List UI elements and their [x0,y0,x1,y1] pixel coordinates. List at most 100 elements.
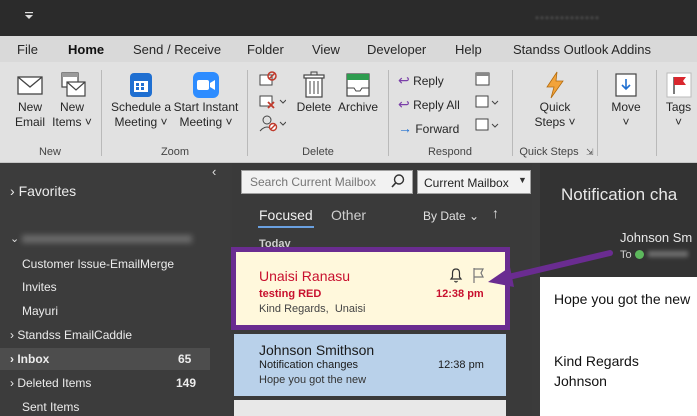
clean-up-icon [259,95,287,109]
group-separator [101,70,102,156]
new-items-icon [61,72,86,97]
group-separator [247,70,248,156]
tab-folder[interactable]: Folder [247,42,284,57]
recipient-blurred [648,251,688,257]
quick-steps-label-1: Quick [539,100,571,114]
delete-label: Delete [296,100,332,114]
reply-label: Reply [413,74,444,88]
unread-count: 65 [178,352,192,366]
ignore-icon [259,71,277,86]
archive-button[interactable]: Archive [335,70,381,115]
new-email-label-1: New [17,100,42,114]
folder-label: Deleted Items [17,376,92,390]
list-item[interactable] [234,400,506,416]
forward-button[interactable]: → Forward [398,120,459,136]
reading-from[interactable]: Johnson Sm [620,230,692,245]
schedule-meeting-button[interactable]: Schedule a Meeting ˅ [110,70,172,130]
chevron-right-icon: › [10,352,14,366]
highlight-box [231,247,510,330]
trash-icon [303,71,325,98]
tab-view[interactable]: View [312,42,340,57]
ignore-button[interactable] [258,70,278,93]
dialog-launcher-icon[interactable]: ⇲ [586,147,594,158]
sort-by-date[interactable]: By Date ⌄ [423,209,479,223]
body-line: Johnson [554,373,607,389]
sort-label: By Date [423,209,466,223]
clean-up-button[interactable] [258,92,287,115]
move-label: Move [611,100,641,114]
group-separator [597,70,598,156]
calendar-icon [130,73,152,97]
group-separator [388,70,389,156]
tab-send-receive[interactable]: Send / Receive [133,42,221,57]
chevron-down-icon: ⌄ [469,209,480,223]
reply-all-label: Reply All [413,98,460,112]
move-icon [615,73,637,97]
account-name-blurred [22,235,192,243]
new-email-button[interactable]: New Email [8,70,52,130]
forward-icon: → [398,120,412,136]
folder-item[interactable]: Customer Issue-EmailMerge [22,257,174,271]
favorites-label: Favorites [18,183,77,199]
group-respond-label: Respond [427,146,473,158]
junk-person-icon [259,115,287,132]
archive-icon [346,73,370,97]
quick-access-dropdown-icon[interactable] [24,9,34,23]
folder-item[interactable]: › Standss EmailCaddie [10,328,132,342]
quick-steps-button[interactable]: Quick Steps ˅ [522,70,588,130]
folder-item-inbox[interactable]: › Inbox [10,352,49,366]
folder-item[interactable]: › Deleted Items [10,376,91,390]
tab-other[interactable]: Other [331,207,366,223]
folder-item[interactable]: Invites [22,280,57,294]
reply-button[interactable]: ↩ Reply [398,72,444,89]
tab-focused[interactable]: Focused [259,207,313,223]
chevron-right-icon: › [10,376,14,390]
folder-item[interactable]: Sent Items [22,400,79,414]
move-dropdown: ˅ [622,115,630,129]
reading-to-label: To [620,249,632,261]
search-icon[interactable] [390,173,406,194]
start-instant-meeting-label-1: Start Instant [173,100,239,114]
search-input[interactable] [241,170,413,194]
chevron-right-icon: › [10,183,15,199]
message-sender: Johnson Smithson [259,342,375,358]
tab-standss-addins[interactable]: Standss Outlook Addins [513,42,651,57]
junk-button[interactable] [258,114,287,137]
archive-label: Archive [337,100,378,114]
reply-all-button[interactable]: ↩ Reply All [398,96,460,113]
tab-developer[interactable]: Developer [367,42,426,57]
im-reply-icon [475,95,499,108]
tags-button[interactable]: Tags ˅ [660,70,697,130]
chevron-down-icon[interactable]: ⌄ [10,232,19,245]
message-time: 12:38 pm [438,359,484,371]
collapse-pane-icon[interactable]: ‹ [212,164,216,179]
tab-home[interactable]: Home [68,42,104,57]
active-tab-indicator [258,226,314,228]
forward-label: Forward [415,122,460,136]
tags-dropdown: ˅ [674,115,682,129]
more-respond-button[interactable] [472,116,500,139]
reading-subject: Notification cha [561,185,678,204]
delete-button[interactable]: Delete [294,70,334,115]
new-email-label-2: Email [14,115,45,129]
more-respond-icon [475,118,499,131]
favorites-header[interactable]: › Favorites [10,183,76,199]
move-button[interactable]: Move ˅ [604,70,648,130]
start-instant-meeting-button[interactable]: Start Instant Meeting ˅ [173,70,239,130]
tab-help[interactable]: Help [455,42,482,57]
folder-item[interactable]: Mayuri [22,304,58,318]
im-reply-button[interactable] [472,93,500,116]
lightning-icon [546,71,564,99]
reply-all-icon: ↩ [398,96,410,112]
search-scope-dropdown[interactable]: Current Mailbox ▼ [417,170,531,194]
group-separator [656,70,657,156]
new-items-button[interactable]: New Items ˅ [50,70,94,130]
tab-file[interactable]: File [17,42,38,57]
flag-icon [666,72,691,98]
sort-direction-arrow-icon[interactable]: ↑ [492,205,499,221]
body-line: Kind Regards [554,353,639,369]
meeting-reply-button[interactable] [472,70,492,93]
search-scope-label: Current Mailbox [424,176,509,190]
folder-label: Standss EmailCaddie [17,328,133,342]
schedule-meeting-label-2: Meeting ˅ [114,115,168,129]
